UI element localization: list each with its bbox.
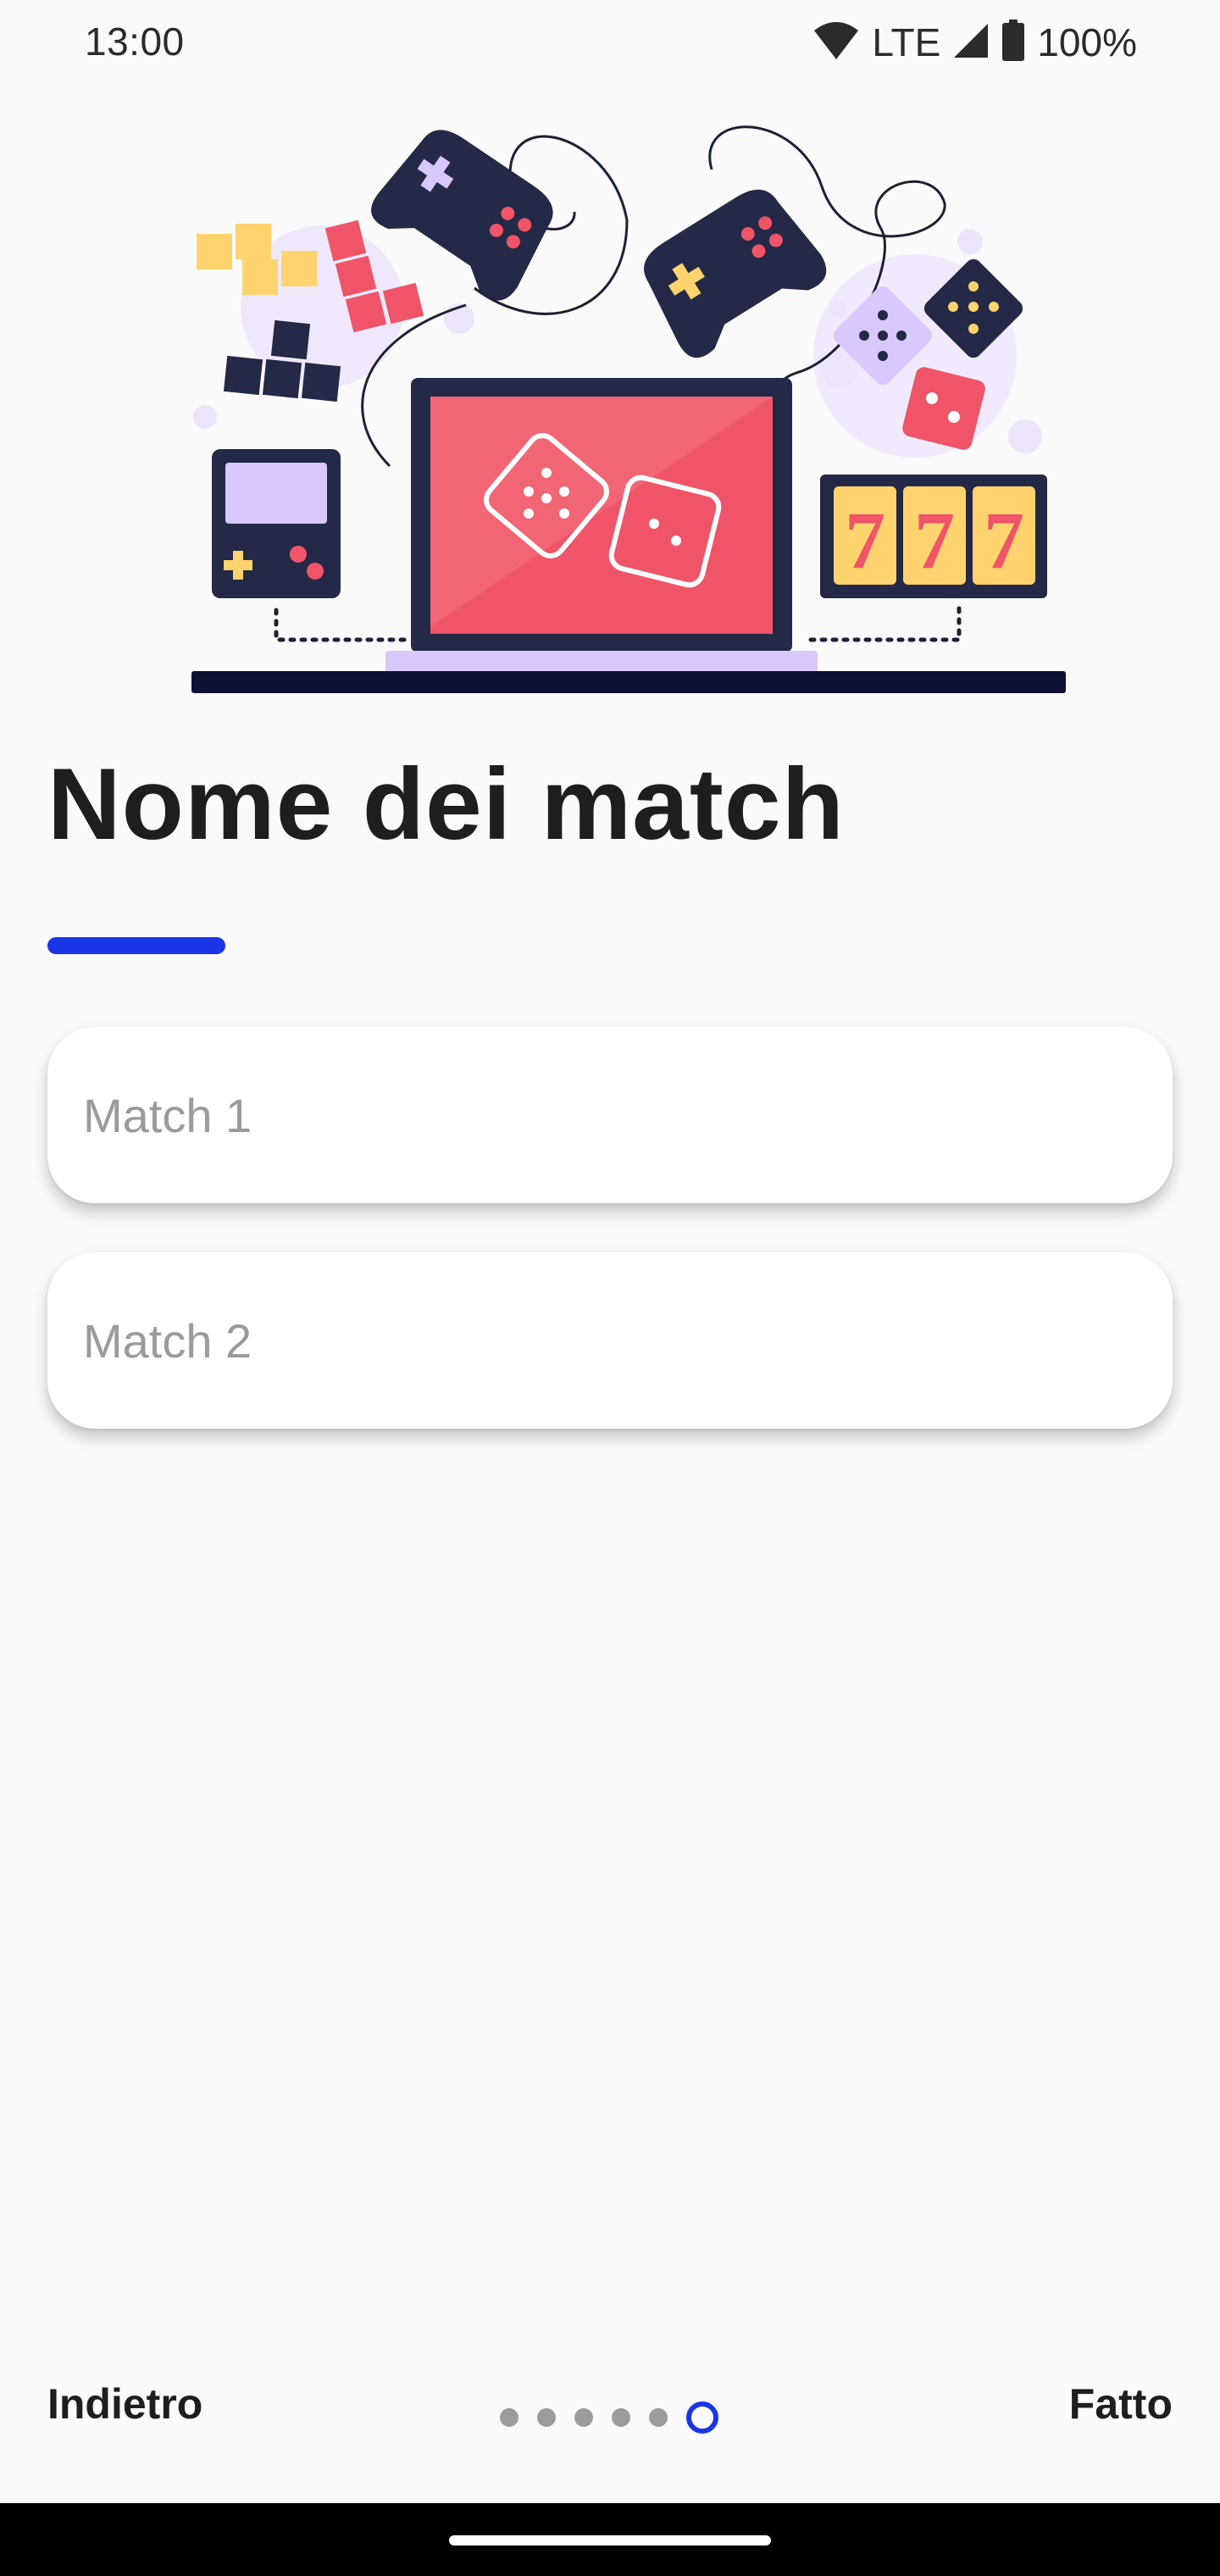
slot-reel-2: 7 — [914, 495, 955, 586]
network-type: LTE — [872, 20, 941, 64]
done-button[interactable]: Fatto — [1069, 2379, 1173, 2429]
slot-reel-3: 7 — [984, 495, 1024, 586]
status-bar: 13:00 LTE 100% — [0, 0, 1220, 85]
page-dot-active — [686, 2401, 718, 2434]
system-nav-bar — [0, 2503, 1220, 2576]
match-2-input[interactable] — [83, 1252, 1134, 1429]
onboarding-screen: 13:00 LTE 100% 7 7 7 Nome dei match Matc… — [0, 0, 1220, 2576]
page-dot — [612, 2408, 630, 2427]
title-underline — [47, 937, 225, 954]
page-dot — [649, 2408, 668, 2427]
status-time: 13:00 — [85, 19, 185, 64]
gaming-illustration: 7 7 7 — [186, 119, 1068, 703]
gamepad-icon — [644, 189, 827, 358]
page-dot — [537, 2408, 556, 2427]
wifi-icon — [812, 20, 860, 65]
signal-icon — [952, 22, 990, 64]
match-2-field[interactable] — [47, 1252, 1173, 1429]
status-icons: LTE 100% — [812, 15, 1137, 69]
battery-level: 100% — [1037, 20, 1137, 64]
handheld-console-icon — [212, 449, 341, 598]
home-gesture-handle[interactable] — [449, 2535, 771, 2545]
back-button[interactable]: Indietro — [47, 2379, 202, 2429]
page-indicator — [500, 2398, 720, 2435]
page-dot — [574, 2408, 593, 2427]
desk-line — [191, 671, 1066, 693]
match-1-field[interactable] — [47, 1027, 1173, 1203]
laptop-icon — [385, 378, 818, 673]
page-title: Nome dei match — [47, 747, 845, 861]
slot-reel-1: 7 — [845, 495, 885, 586]
slot-machine-icon: 7 7 7 — [820, 475, 1047, 598]
page-dot — [500, 2408, 518, 2427]
match-1-input[interactable] — [83, 1027, 1134, 1203]
battery-icon — [1001, 19, 1025, 66]
